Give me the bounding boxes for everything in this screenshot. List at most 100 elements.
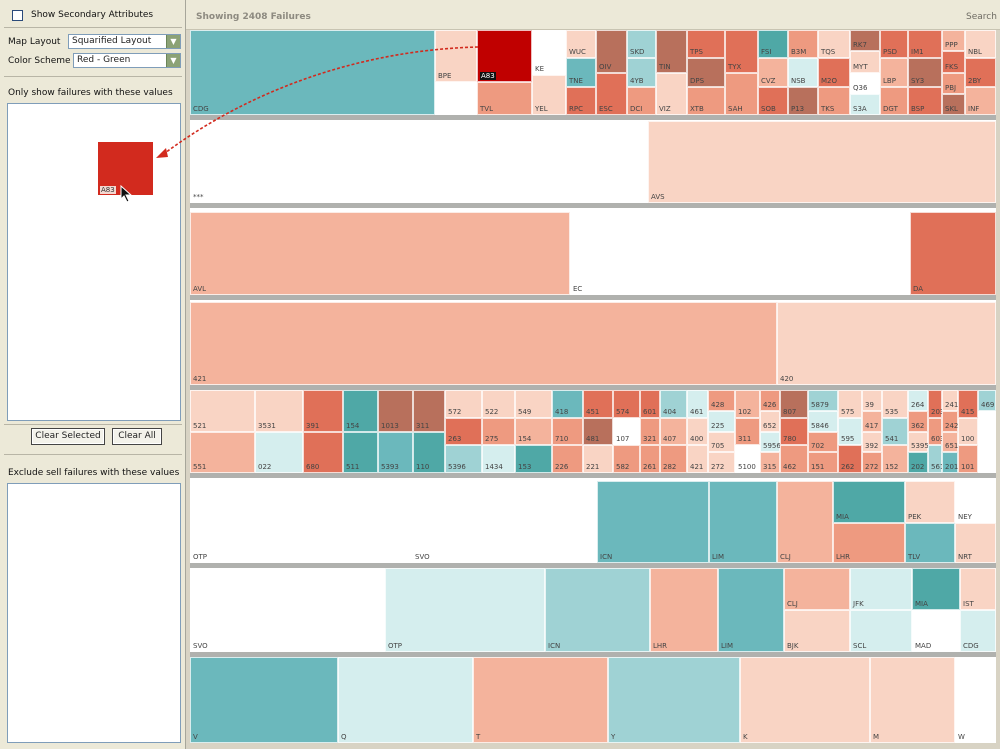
- treemap-cell[interactable]: 261: [640, 445, 660, 473]
- treemap-cell[interactable]: PSD: [880, 30, 908, 59]
- treemap-cell[interactable]: TKS: [818, 86, 850, 115]
- treemap-cell[interactable]: CLJ: [777, 481, 833, 563]
- treemap-cell[interactable]: FSI: [758, 30, 788, 59]
- treemap-cell[interactable]: 4YB: [627, 58, 656, 87]
- treemap-cell[interactable]: 469: [978, 390, 996, 411]
- treemap-cell[interactable]: 601: [640, 390, 660, 418]
- treemap-cell[interactable]: 582: [613, 445, 640, 473]
- treemap-cell[interactable]: SVO: [190, 568, 385, 652]
- treemap-cell[interactable]: KE: [532, 30, 566, 75]
- treemap-cell[interactable]: 5956: [760, 431, 781, 453]
- treemap-cell[interactable]: 400: [687, 417, 708, 446]
- treemap-cell[interactable]: BSP: [908, 86, 942, 115]
- treemap-cell[interactable]: K: [740, 657, 870, 743]
- treemap-cell[interactable]: IST: [960, 568, 996, 610]
- treemap-cell[interactable]: 5100: [735, 445, 760, 473]
- treemap-cell[interactable]: 807: [780, 390, 808, 418]
- treemap-cell[interactable]: VIZ: [656, 72, 687, 115]
- treemap-cell[interactable]: PEK: [905, 481, 955, 523]
- treemap-cell[interactable]: ESC: [596, 72, 627, 115]
- treemap-cell[interactable]: 451: [583, 390, 613, 418]
- treemap-cell[interactable]: 426: [760, 390, 780, 411]
- treemap-cell[interactable]: 1013: [378, 390, 413, 432]
- clear-all-button[interactable]: Clear All: [112, 428, 162, 445]
- treemap-cell[interactable]: 321: [640, 417, 660, 446]
- treemap-cell[interactable]: 404: [660, 390, 687, 418]
- treemap-cell[interactable]: M: [870, 657, 955, 743]
- treemap-cell[interactable]: TQS: [818, 30, 850, 59]
- treemap-cell[interactable]: SKD: [627, 30, 656, 59]
- treemap-cell[interactable]: TPS: [687, 30, 725, 59]
- treemap-cell[interactable]: 102: [735, 390, 760, 418]
- treemap-cell[interactable]: 705: [708, 431, 735, 453]
- treemap-cell[interactable]: 1434: [482, 445, 515, 473]
- treemap-cell[interactable]: INF: [965, 86, 996, 115]
- treemap-cell[interactable]: V: [190, 657, 338, 743]
- treemap-cell[interactable]: Q36: [850, 72, 880, 94]
- treemap-cell[interactable]: OIV: [596, 30, 627, 73]
- treemap-cell[interactable]: 420: [777, 302, 996, 385]
- treemap-cell[interactable]: JFK: [850, 568, 912, 610]
- treemap-cell[interactable]: 5395: [908, 431, 929, 453]
- treemap-cell[interactable]: LBP: [880, 58, 908, 87]
- treemap-cell[interactable]: AVL: [190, 212, 570, 295]
- treemap-cell[interactable]: 535: [882, 390, 908, 418]
- treemap-cell[interactable]: 226: [552, 445, 583, 473]
- treemap-cell[interactable]: 418: [552, 390, 583, 418]
- treemap-cell[interactable]: PPP: [942, 30, 965, 52]
- treemap-cell[interactable]: SCL: [850, 610, 912, 652]
- treemap-cell[interactable]: YEL: [532, 75, 566, 115]
- treemap-cell[interactable]: CDG: [190, 30, 435, 115]
- treemap-cell[interactable]: TIN: [656, 30, 687, 73]
- treemap-cell[interactable]: S3A: [850, 93, 880, 115]
- treemap-cell[interactable]: B3M: [788, 30, 818, 59]
- treemap-cell[interactable]: W: [955, 657, 996, 743]
- treemap-cell[interactable]: Y: [608, 657, 740, 743]
- treemap-cell[interactable]: 263: [445, 417, 482, 446]
- treemap-cell[interactable]: SVO: [412, 481, 597, 563]
- treemap-cell[interactable]: 275: [482, 417, 515, 446]
- treemap-cell[interactable]: 5846: [808, 410, 838, 432]
- treemap-cell[interactable]: 39: [862, 390, 882, 411]
- treemap-cell[interactable]: RK7: [850, 30, 880, 52]
- treemap-cell[interactable]: SAH: [725, 72, 758, 115]
- treemap-cell[interactable]: 3531: [255, 390, 303, 432]
- treemap-cell[interactable]: LHR: [650, 568, 718, 652]
- treemap-cell[interactable]: 242: [942, 410, 958, 432]
- treemap-cell[interactable]: AVS: [648, 121, 996, 203]
- treemap-cell[interactable]: 153: [515, 445, 552, 473]
- treemap-cell[interactable]: 203: [928, 390, 944, 418]
- treemap-cell[interactable]: 5393: [378, 432, 413, 473]
- treemap-cell[interactable]: 151: [808, 452, 838, 473]
- treemap-cell[interactable]: 575: [838, 390, 862, 418]
- treemap-cell[interactable]: 282: [660, 445, 687, 473]
- treemap-cell[interactable]: 201: [942, 452, 958, 473]
- treemap-cell[interactable]: 262: [838, 445, 862, 473]
- treemap-cell[interactable]: 5879: [808, 390, 838, 411]
- only-show-values-list[interactable]: A83: [7, 103, 181, 421]
- treemap-cell[interactable]: TNE: [566, 58, 596, 87]
- treemap-cell[interactable]: T: [473, 657, 608, 743]
- treemap-cell[interactable]: A83: [477, 30, 532, 82]
- treemap-cell[interactable]: 311: [413, 390, 445, 432]
- treemap-cell[interactable]: 154: [515, 417, 552, 446]
- treemap-cell[interactable]: DPS: [687, 58, 725, 87]
- treemap-cell[interactable]: 391: [303, 390, 343, 432]
- treemap-cell[interactable]: MIA: [833, 481, 905, 523]
- treemap-cell[interactable]: P13: [788, 86, 818, 115]
- treemap-cell[interactable]: TVL: [477, 82, 532, 115]
- treemap-cell[interactable]: 541: [882, 417, 908, 446]
- treemap-cell[interactable]: XTB: [687, 86, 725, 115]
- treemap-cell[interactable]: 462: [780, 445, 808, 473]
- treemap-cell[interactable]: 272: [708, 452, 735, 473]
- treemap-cell[interactable]: 421: [190, 302, 777, 385]
- treemap-cell[interactable]: 101: [958, 445, 978, 473]
- treemap-cell[interactable]: 522: [482, 390, 515, 418]
- map-layout-select[interactable]: Squarified Layout ▼: [68, 34, 181, 49]
- treemap-cell[interactable]: 107: [613, 417, 640, 446]
- treemap-cell[interactable]: 315: [760, 452, 780, 473]
- treemap-cell[interactable]: NSB: [788, 58, 818, 87]
- treemap-cell[interactable]: 421: [687, 445, 708, 473]
- search-link[interactable]: Search: [966, 12, 997, 22]
- treemap-cell[interactable]: 225: [708, 410, 735, 432]
